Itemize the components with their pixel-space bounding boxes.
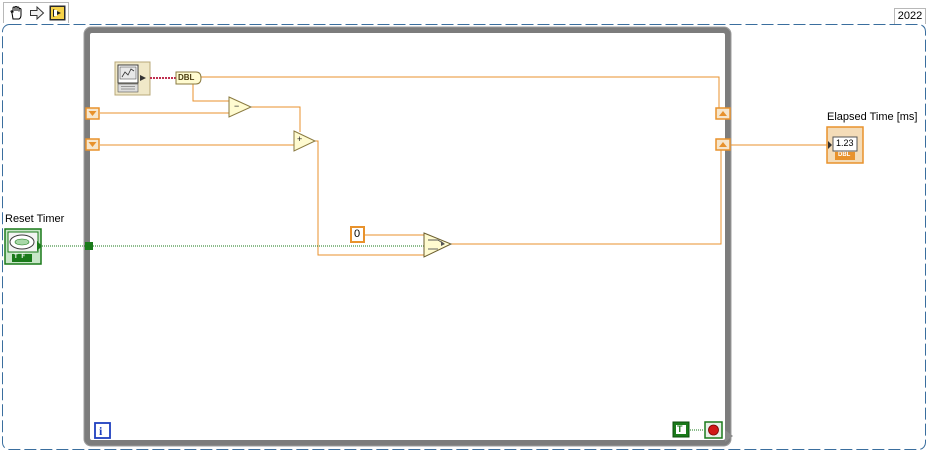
loop-condition-stop-icon[interactable] xyxy=(704,421,723,439)
elapsed-time-label: Elapsed Time [ms] xyxy=(827,111,918,123)
shift-register-left-2[interactable] xyxy=(85,138,100,151)
reset-timer-boolean-type: T F xyxy=(14,254,26,260)
shift-register-right-2[interactable] xyxy=(715,138,731,151)
true-constant-label: T xyxy=(677,424,683,434)
shift-register-right-1[interactable] xyxy=(715,107,731,120)
select-node[interactable] xyxy=(423,232,453,258)
zero-constant-value: 0 xyxy=(354,228,361,240)
shift-register-left-1[interactable] xyxy=(85,107,100,120)
block-diagram xyxy=(2,24,926,450)
wire-tick-to-register xyxy=(200,76,720,109)
wire-subtract-to-add xyxy=(251,106,301,132)
wire-select-to-register xyxy=(451,150,722,245)
subtract-node[interactable] xyxy=(228,96,253,118)
elapsed-time-display: 1.23 xyxy=(836,138,854,148)
while-loop[interactable] xyxy=(83,26,733,447)
dbl-conversion-label: DBL xyxy=(178,73,195,82)
wire-tick-to-subtract xyxy=(192,84,229,102)
iteration-terminal[interactable] xyxy=(94,422,111,439)
iteration-terminal-label: i xyxy=(99,424,103,438)
tick-count-icon[interactable] xyxy=(114,61,151,96)
subtract-symbol: − xyxy=(234,101,240,111)
elapsed-time-type: DBL xyxy=(838,152,851,158)
boolean-tunnel[interactable] xyxy=(85,242,93,250)
add-symbol: + xyxy=(297,134,303,144)
wire-add-to-select xyxy=(315,140,424,256)
reset-timer-label: Reset Timer xyxy=(5,213,65,225)
